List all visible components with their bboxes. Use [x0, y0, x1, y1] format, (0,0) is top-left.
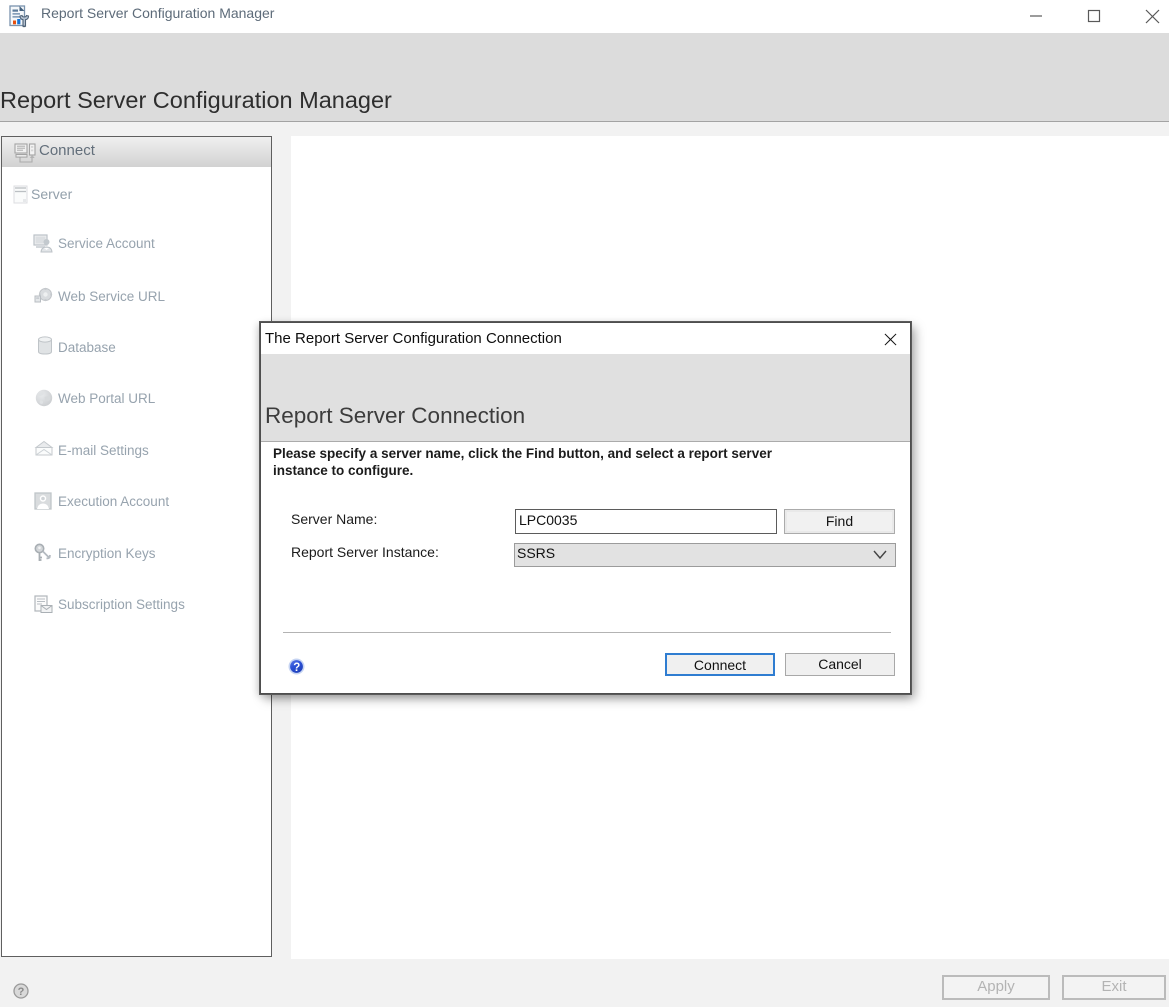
svg-text:?: ?: [18, 986, 25, 998]
svg-text:?: ?: [293, 662, 300, 674]
